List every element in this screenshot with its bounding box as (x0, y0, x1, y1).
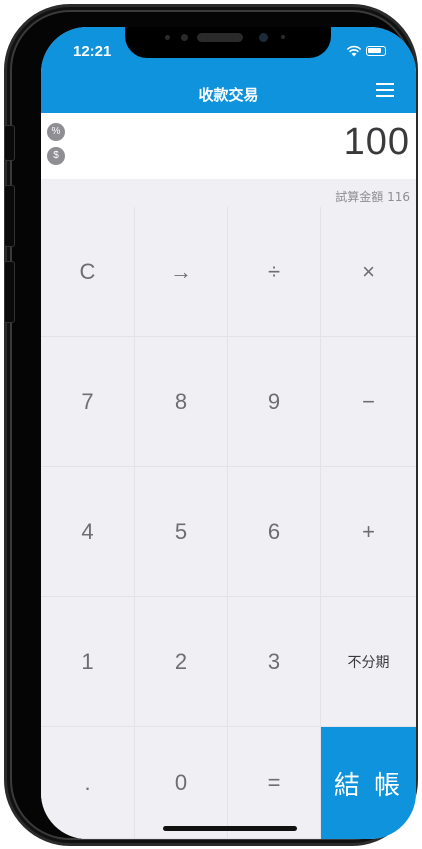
key-arrow[interactable]: → (135, 207, 228, 337)
volume-up-button (4, 185, 15, 247)
key-1[interactable]: 1 (41, 597, 135, 727)
key-2[interactable]: 2 (135, 597, 228, 727)
amount-display: % $ 100 (41, 113, 416, 179)
key-4[interactable]: 4 (41, 467, 135, 597)
page-title: 收款交易 (198, 86, 259, 104)
top-bar: 12:21 收款交易 (41, 27, 416, 113)
percent-chip[interactable]: % (47, 123, 65, 141)
key-equals[interactable]: = (228, 727, 321, 839)
key-5[interactable]: 5 (135, 467, 228, 597)
dollar-chip[interactable]: $ (47, 147, 65, 165)
notch (125, 27, 331, 58)
key-clear[interactable]: C (41, 207, 135, 337)
wifi-icon (346, 45, 362, 57)
key-multiply[interactable]: × (321, 207, 416, 337)
status-icons (344, 45, 388, 59)
key-plus[interactable]: + (321, 467, 416, 597)
status-time: 12:21 (73, 43, 112, 60)
trial-amount: 試算金額 116 (335, 190, 410, 204)
hamburger-menu-icon[interactable] (376, 83, 394, 97)
key-9[interactable]: 9 (228, 337, 321, 467)
home-indicator[interactable] (163, 826, 297, 831)
app-screen: 12:21 收款交易 % $ 100 試算金額 116 C → ÷ × 7 8 … (41, 27, 416, 839)
key-decimal[interactable]: . (41, 727, 135, 839)
sensor-dot (181, 34, 188, 41)
phone-frame: 12:21 收款交易 % $ 100 試算金額 116 C → ÷ × 7 8 … (4, 4, 418, 846)
key-minus[interactable]: − (321, 337, 416, 467)
sensor-dot (165, 35, 170, 40)
key-6[interactable]: 6 (228, 467, 321, 597)
key-divide[interactable]: ÷ (228, 207, 321, 337)
volume-down-button (4, 261, 15, 323)
checkout-button[interactable]: 結 帳 (321, 727, 416, 839)
sensor-dot (281, 35, 285, 39)
key-3[interactable]: 3 (228, 597, 321, 727)
no-installment-button[interactable]: 不分期 (321, 597, 416, 727)
key-0[interactable]: 0 (135, 727, 228, 839)
speaker-grille (197, 33, 243, 42)
amount-value: 100 (343, 121, 410, 163)
camera-icon (259, 33, 268, 42)
mute-switch (4, 125, 15, 161)
keypad: C → ÷ × 7 8 9 − 4 5 6 + 1 2 3 不分期 . 0 = … (41, 207, 416, 839)
battery-icon (366, 46, 386, 56)
key-8[interactable]: 8 (135, 337, 228, 467)
key-7[interactable]: 7 (41, 337, 135, 467)
